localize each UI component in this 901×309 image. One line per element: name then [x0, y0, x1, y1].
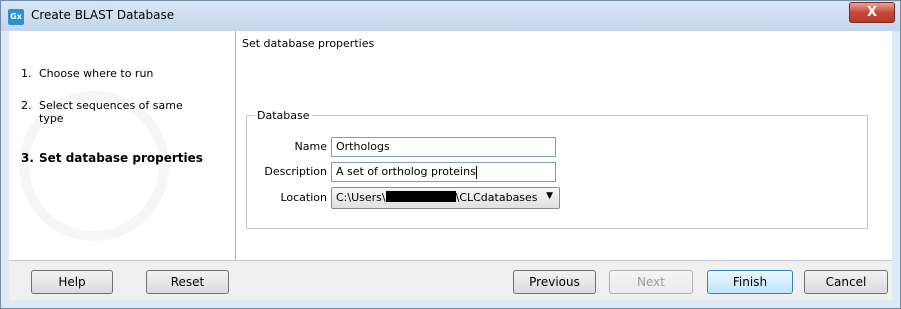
name-field[interactable]: Orthologs — [331, 137, 556, 157]
section-title: Set database properties — [242, 37, 375, 50]
dialog-window: Gx Create BLAST Database X 1. Choose wher… — [0, 0, 901, 309]
title-bar: Gx Create BLAST Database X — [1, 1, 900, 31]
dropdown-arrow-icon: ▼ — [546, 191, 553, 201]
step-2: 2. Select sequences of same type — [21, 99, 183, 125]
database-legend: Database — [257, 109, 310, 122]
step-3-label: Set database properties — [39, 151, 203, 165]
description-label: Description — [264, 165, 327, 178]
name-label: Name — [294, 140, 327, 153]
location-dropdown[interactable]: C:\Users\ \CLCdatabases ▼ — [331, 187, 560, 209]
next-button[interactable]: Next — [609, 270, 693, 294]
reset-button[interactable]: Reset — [146, 270, 229, 294]
cancel-button[interactable]: Cancel — [804, 270, 888, 294]
step-2-label: Select sequences of same — [39, 99, 183, 112]
database-group: Database Name Orthologs Description A se… — [246, 109, 868, 229]
text-cursor — [475, 165, 477, 179]
step-2-label-cont: type — [39, 112, 64, 125]
settings-panel: Set database properties Database Name Or… — [236, 31, 892, 261]
location-label: Location — [280, 191, 327, 204]
finish-button[interactable]: Finish — [707, 270, 793, 294]
description-field[interactable]: A set of ortholog proteins — [331, 162, 556, 182]
step-1-label: Choose where to run — [39, 67, 154, 80]
step-3: 3. Set database properties — [21, 151, 203, 165]
window-title: Create BLAST Database — [31, 8, 175, 22]
close-button[interactable]: X — [849, 2, 895, 23]
redacted-username — [385, 191, 456, 202]
help-button[interactable]: Help — [31, 270, 113, 294]
app-icon: Gx — [8, 9, 24, 25]
wizard-steps-panel: 1. Choose where to run 2. Select sequences… — [9, 31, 236, 261]
step-1: 1. Choose where to run — [21, 67, 154, 80]
dialog-body: 1. Choose where to run 2. Select sequences… — [9, 31, 892, 300]
previous-button[interactable]: Previous — [513, 270, 596, 294]
